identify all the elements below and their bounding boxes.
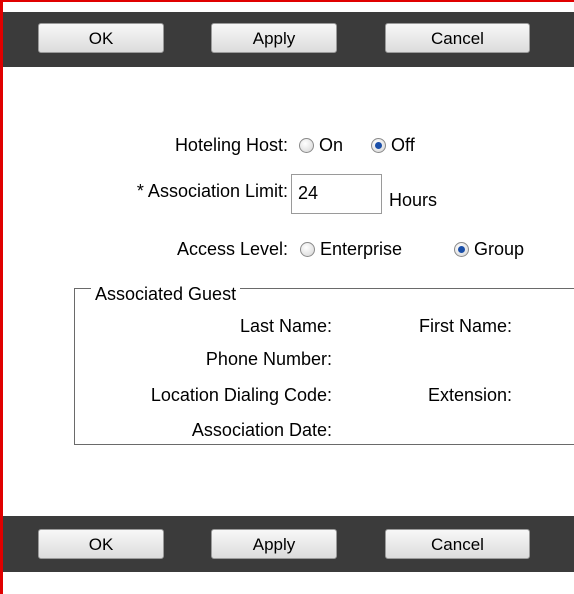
hoteling-host-on-option[interactable]: On [299, 135, 343, 156]
window-frame-top [0, 0, 574, 2]
extension-label: Extension: [427, 385, 512, 405]
last-name-label: Last Name: [239, 316, 332, 336]
cancel-button-bottom[interactable]: Cancel [385, 529, 530, 559]
access-level-enterprise-label: Enterprise [320, 239, 403, 259]
ok-button-bottom[interactable]: OK [38, 529, 164, 559]
hoteling-host-on-radio[interactable] [299, 138, 314, 153]
hoteling-host-off-label: Off [391, 135, 415, 155]
phone-number-label: Phone Number: [205, 349, 332, 369]
association-limit-input[interactable]: 24 [291, 174, 382, 214]
hoteling-host-off-option[interactable]: Off [371, 135, 415, 156]
window-frame-left [0, 0, 3, 594]
hoteling-host-off-radio[interactable] [371, 138, 386, 153]
access-level-group-radio[interactable] [454, 242, 469, 257]
associated-guest-legend: Associated Guest [91, 284, 241, 305]
hoteling-host-on-label: On [319, 135, 344, 155]
access-level-group-option[interactable]: Group [454, 239, 524, 260]
first-name-label: First Name: [418, 316, 512, 336]
top-button-bar: OK Apply Cancel [3, 12, 574, 67]
association-date-label: Association Date: [191, 420, 332, 440]
access-level-label: Access Level: [176, 239, 288, 259]
apply-button-bottom[interactable]: Apply [211, 529, 337, 559]
hoteling-host-label: Hoteling Host: [174, 135, 288, 155]
bottom-button-bar: OK Apply Cancel [3, 516, 574, 572]
association-limit-unit: Hours [389, 190, 438, 210]
access-level-enterprise-option[interactable]: Enterprise [300, 239, 402, 260]
association-limit-label: * Association Limit: [136, 181, 288, 201]
cancel-button-top[interactable]: Cancel [385, 23, 530, 53]
location-dialing-code-label: Location Dialing Code: [150, 385, 332, 405]
access-level-enterprise-radio[interactable] [300, 242, 315, 257]
apply-button-top[interactable]: Apply [211, 23, 337, 53]
ok-button-top[interactable]: OK [38, 23, 164, 53]
access-level-group-label: Group [474, 239, 525, 259]
